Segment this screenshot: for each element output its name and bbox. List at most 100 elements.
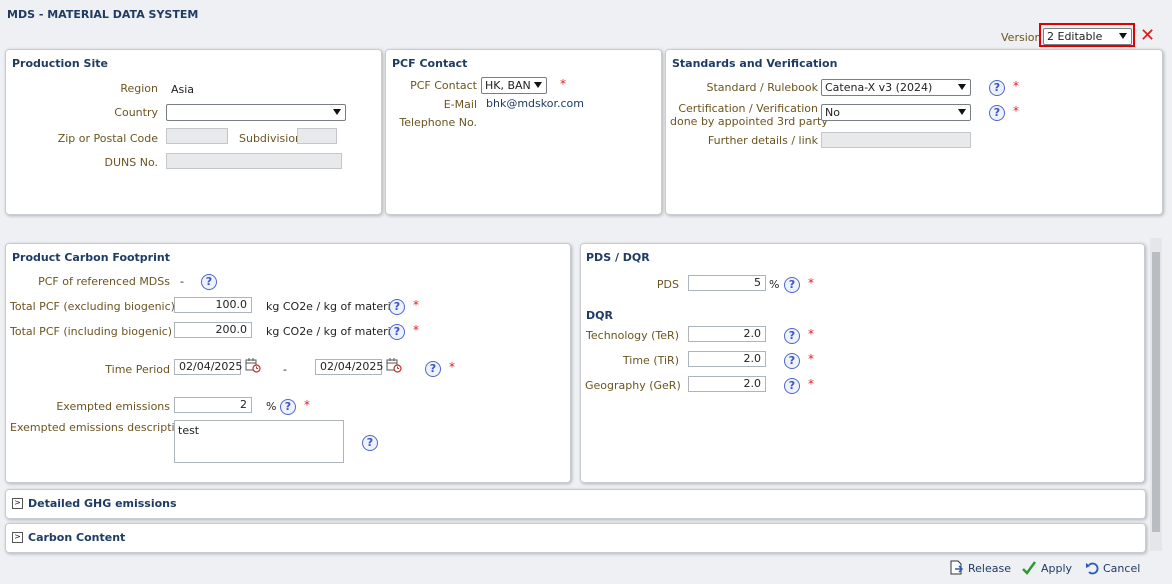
subdivision-label: Subdivision bbox=[239, 132, 303, 145]
required-marker: * bbox=[808, 276, 814, 290]
rulebook-value: Catena-X v3 (2024) bbox=[825, 81, 933, 94]
time-period-label: Time Period bbox=[105, 363, 170, 376]
pcf-contact-title: PCF Contact bbox=[392, 57, 468, 70]
expand-icon[interactable]: > bbox=[12, 498, 23, 509]
release-label: Release bbox=[968, 562, 1011, 575]
rulebook-help-icon[interactable]: ? bbox=[989, 80, 1005, 96]
rulebook-label: Standard / Rulebook bbox=[706, 81, 819, 94]
pds-field[interactable]: 5 bbox=[688, 275, 766, 291]
exempt-field[interactable]: 2 bbox=[174, 397, 252, 413]
pcf-contact-select[interactable]: HK, BAN bbox=[481, 77, 547, 94]
period-to-field[interactable]: 02/04/2025 bbox=[315, 359, 383, 375]
version-select[interactable]: 2 Editable bbox=[1043, 28, 1132, 45]
release-icon bbox=[950, 560, 964, 575]
region-value: Asia bbox=[171, 83, 195, 96]
chevron-down-icon bbox=[534, 82, 542, 88]
pds-dqr-panel: PDS / DQR PDS 5 % ? * DQR Technology (Te… bbox=[580, 243, 1145, 483]
ger-label: Geography (GeR) bbox=[585, 379, 681, 392]
chevron-down-icon bbox=[958, 84, 966, 90]
exempt-desc-textarea[interactable]: test bbox=[174, 420, 344, 463]
app-title: MDS - MATERIAL DATA SYSTEM bbox=[7, 8, 199, 21]
tir-label: Time (TiR) bbox=[622, 354, 679, 367]
ref-mds-label: PCF of referenced MDSs bbox=[38, 275, 170, 288]
undo-icon bbox=[1086, 562, 1099, 575]
required-marker: * bbox=[413, 323, 419, 337]
dqr-title: DQR bbox=[586, 309, 613, 322]
pds-help-icon[interactable]: ? bbox=[784, 277, 800, 293]
pcf-excl-field[interactable]: 100.0 bbox=[174, 297, 252, 313]
ref-mds-help-icon[interactable]: ? bbox=[201, 274, 217, 290]
zip-field[interactable] bbox=[166, 128, 228, 144]
chevron-down-icon bbox=[958, 109, 966, 115]
pcf-contact-label: PCF Contact bbox=[410, 79, 477, 92]
scrollbar-thumb[interactable] bbox=[1152, 252, 1160, 532]
pds-unit: % bbox=[769, 278, 780, 291]
country-select[interactable] bbox=[166, 104, 346, 121]
cert-label-line1: Certification / Verification bbox=[678, 102, 818, 115]
exempt-unit: % bbox=[266, 400, 277, 413]
chevron-down-icon bbox=[1119, 33, 1127, 39]
carbon-content-section[interactable]: > Carbon Content bbox=[5, 523, 1146, 553]
expand-icon[interactable]: > bbox=[12, 532, 23, 543]
ter-field[interactable]: 2.0 bbox=[688, 326, 766, 342]
exempt-desc-help-icon[interactable]: ? bbox=[362, 435, 378, 451]
production-site-title: Production Site bbox=[12, 57, 108, 70]
close-icon[interactable]: ✕ bbox=[1140, 26, 1155, 46]
duns-field[interactable] bbox=[166, 153, 342, 169]
ger-help-icon[interactable]: ? bbox=[784, 378, 800, 394]
apply-label: Apply bbox=[1041, 562, 1073, 575]
tir-help-icon[interactable]: ? bbox=[784, 353, 800, 369]
calendar-icon[interactable] bbox=[386, 357, 402, 373]
pcf-incl-label: Total PCF (including biogenic) bbox=[10, 325, 173, 338]
vertical-scrollbar[interactable] bbox=[1150, 238, 1162, 551]
rulebook-select[interactable]: Catena-X v3 (2024) bbox=[821, 79, 971, 96]
cert-value: No bbox=[825, 106, 840, 119]
required-marker: * bbox=[560, 77, 566, 91]
period-help-icon[interactable]: ? bbox=[425, 361, 441, 377]
ghg-section-title: Detailed GHG emissions bbox=[28, 497, 177, 510]
ter-help-icon[interactable]: ? bbox=[784, 328, 800, 344]
cert-help-icon[interactable]: ? bbox=[989, 105, 1005, 121]
ref-mds-value: - bbox=[180, 275, 184, 288]
required-marker: * bbox=[808, 352, 814, 366]
exempt-help-icon[interactable]: ? bbox=[280, 399, 296, 415]
required-marker: * bbox=[1013, 79, 1019, 93]
version-value: 2 Editable bbox=[1047, 30, 1103, 43]
details-field[interactable] bbox=[821, 132, 971, 148]
email-label: E-Mail bbox=[443, 98, 477, 111]
zip-label: Zip or Postal Code bbox=[57, 132, 158, 145]
cancel-label: Cancel bbox=[1103, 562, 1141, 575]
exempt-desc-label: Exempted emissions description bbox=[10, 421, 189, 434]
pcf-panel: Product Carbon Footprint PCF of referenc… bbox=[5, 243, 571, 483]
production-site-panel: Production Site Region Asia Country Zip … bbox=[5, 49, 382, 215]
standards-panel: Standards and Verification Standard / Ru… bbox=[665, 49, 1163, 215]
required-marker: * bbox=[449, 360, 455, 374]
country-label: Country bbox=[114, 106, 158, 119]
version-label: Version bbox=[1001, 31, 1042, 44]
pds-dqr-title: PDS / DQR bbox=[586, 251, 650, 264]
tir-field[interactable]: 2.0 bbox=[688, 351, 766, 367]
period-separator: - bbox=[283, 363, 287, 376]
pcf-contact-panel: PCF Contact PCF Contact HK, BAN * E-Mail… bbox=[385, 49, 662, 215]
subdivision-field[interactable] bbox=[297, 128, 337, 144]
ghg-section[interactable]: > Detailed GHG emissions bbox=[5, 489, 1146, 519]
ger-field[interactable]: 2.0 bbox=[688, 376, 766, 392]
pcf-title: Product Carbon Footprint bbox=[12, 251, 170, 264]
exempt-label: Exempted emissions bbox=[56, 400, 170, 413]
required-marker: * bbox=[1013, 104, 1019, 118]
pcf-excl-label: Total PCF (excluding biogenic) bbox=[10, 300, 175, 313]
period-from-field[interactable]: 02/04/2025 bbox=[174, 359, 242, 375]
required-marker: * bbox=[413, 298, 419, 312]
pcf-incl-help-icon[interactable]: ? bbox=[389, 324, 405, 340]
required-marker: * bbox=[304, 398, 310, 412]
cert-select[interactable]: No bbox=[821, 104, 971, 121]
required-marker: * bbox=[808, 377, 814, 391]
pds-label: PDS bbox=[656, 278, 679, 291]
calendar-icon[interactable] bbox=[245, 357, 261, 373]
pcf-incl-field[interactable]: 200.0 bbox=[174, 322, 252, 338]
checkmark-icon bbox=[1022, 561, 1037, 575]
email-value: bhk@mdskor.com bbox=[486, 97, 584, 110]
region-label: Region bbox=[120, 82, 158, 95]
pcf-excl-help-icon[interactable]: ? bbox=[389, 299, 405, 315]
duns-label: DUNS No. bbox=[104, 156, 159, 169]
